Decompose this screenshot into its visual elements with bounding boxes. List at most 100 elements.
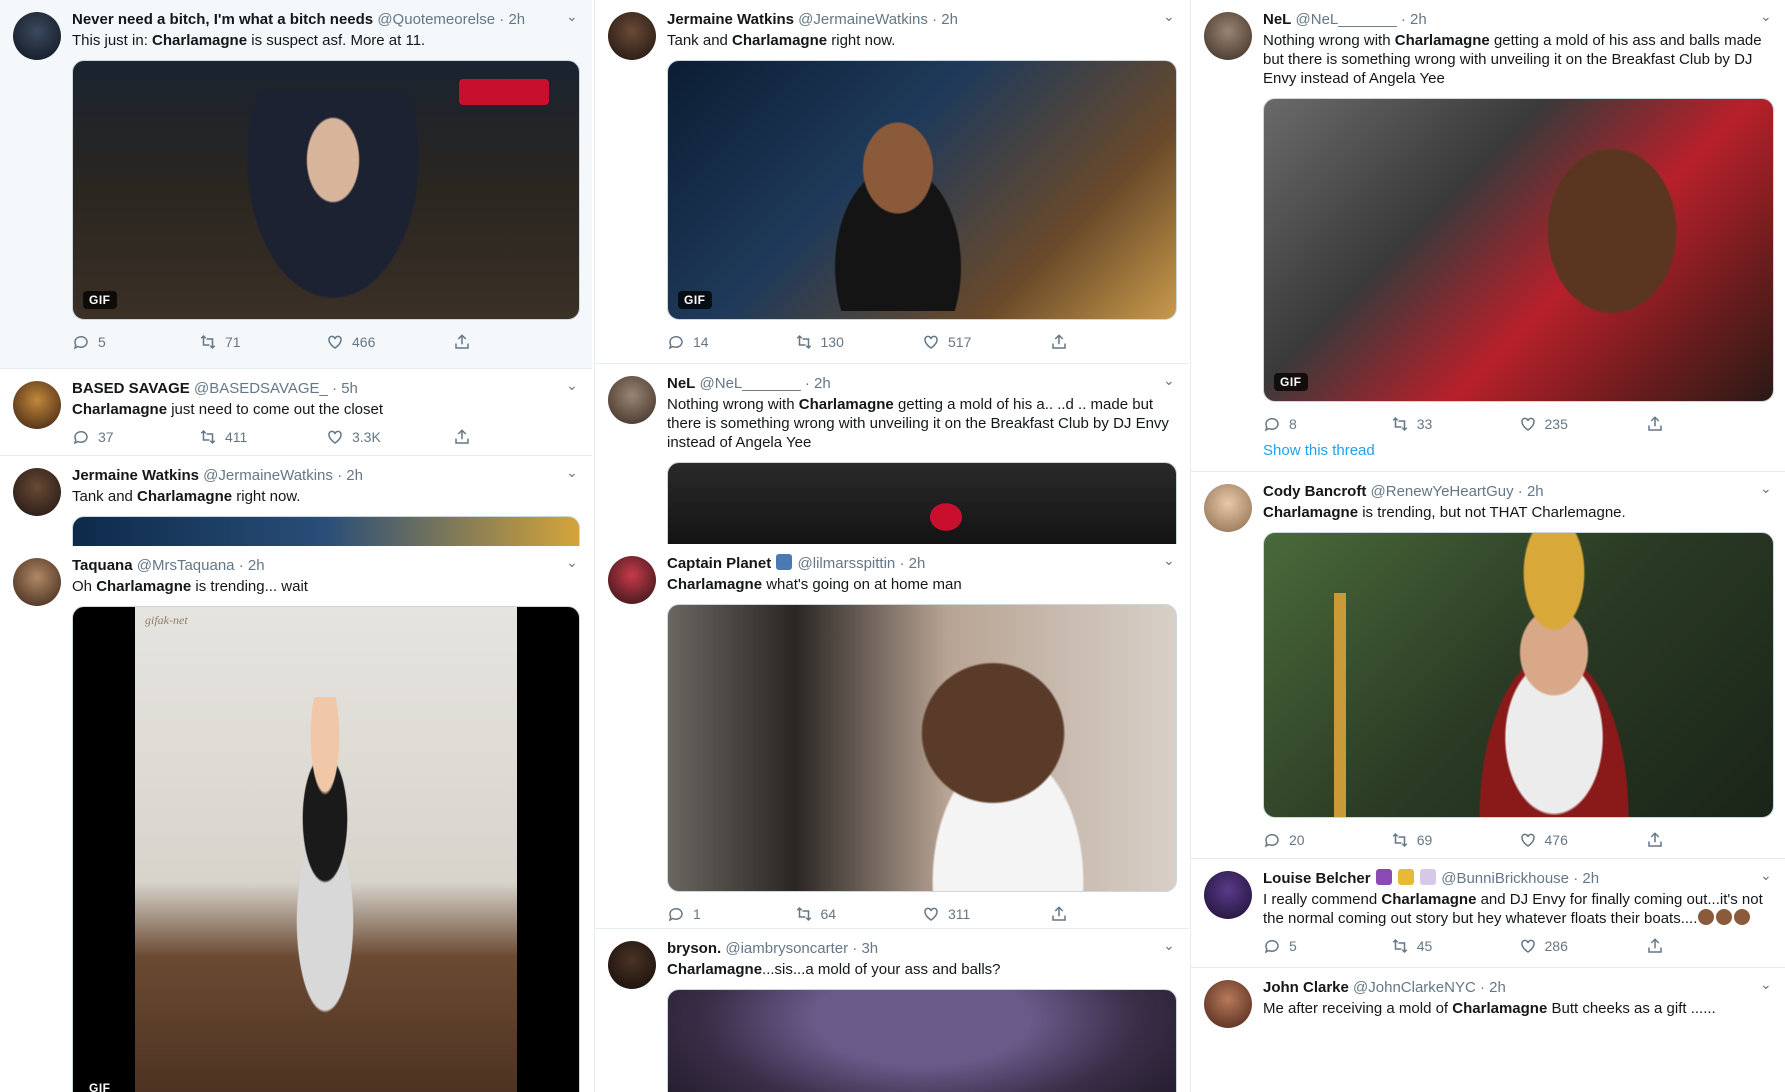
user-handle[interactable]: @JermaineWatkins — [203, 467, 333, 484]
avatar[interactable] — [1204, 484, 1252, 532]
retweet-button[interactable]: 33 — [1391, 414, 1519, 434]
timestamp[interactable]: · 2h — [1401, 11, 1427, 28]
tweet-johnclarke[interactable]: ⌄ John Clarke @JohnClarkeNYC · 2h Me aft… — [1191, 968, 1785, 1092]
media-preview[interactable] — [72, 516, 580, 546]
timestamp[interactable]: · 2h — [337, 467, 363, 484]
display-name[interactable]: Jermaine Watkins — [72, 467, 199, 484]
avatar[interactable] — [13, 12, 61, 60]
gif-media[interactable]: GIF — [72, 60, 580, 320]
retweet-button[interactable]: 71 — [199, 332, 326, 352]
video-media[interactable] — [667, 604, 1177, 892]
like-button[interactable]: 311 — [922, 904, 1050, 924]
retweet-button[interactable]: 411 — [199, 427, 326, 447]
gif-media[interactable]: gifak-net GIF — [72, 606, 580, 1092]
tweet-jermainewatkins-truncated[interactable]: ⌄ Jermaine Watkins @JermaineWatkins · 2h… — [0, 456, 592, 546]
media-preview[interactable] — [667, 989, 1177, 1092]
tweet-louisebelcher[interactable]: ⌄ Louise Belcher @BunniBrickhouse · 2h I… — [1191, 859, 1785, 968]
like-button[interactable]: 476 — [1519, 830, 1647, 850]
timestamp[interactable]: · 2h — [499, 11, 525, 28]
avatar[interactable] — [1204, 871, 1252, 919]
user-handle[interactable]: @Quotemeorelse — [377, 11, 495, 28]
gif-badge: GIF — [678, 291, 712, 309]
gif-media[interactable]: GIF — [667, 60, 1177, 320]
user-handle[interactable]: @NeL_______ — [700, 375, 801, 392]
reply-button[interactable]: 5 — [1263, 936, 1391, 956]
trend-highlight: Charlamagne — [798, 396, 894, 413]
timestamp[interactable]: · 2h — [1518, 483, 1544, 500]
user-handle[interactable]: @BunniBrickhouse — [1441, 870, 1569, 887]
user-handle[interactable]: @NeL_______ — [1296, 11, 1397, 28]
timestamp[interactable]: · 2h — [805, 375, 831, 392]
reply-button[interactable]: 8 — [1263, 414, 1391, 434]
like-button[interactable]: 235 — [1519, 414, 1647, 434]
user-handle[interactable]: @BASEDSAVAGE_ — [194, 380, 328, 397]
media-preview[interactable] — [667, 462, 1177, 544]
tweet-codybancroft[interactable]: ⌄ Cody Bancroft @RenewYeHeartGuy · 2h Ch… — [1191, 472, 1785, 859]
reply-button[interactable]: 20 — [1263, 830, 1391, 850]
reply-button[interactable]: 37 — [72, 427, 199, 447]
share-button[interactable] — [1646, 936, 1774, 956]
reply-button[interactable]: 5 — [72, 332, 199, 352]
timestamp[interactable]: · 2h — [239, 557, 265, 574]
display-name[interactable]: bryson. — [667, 940, 721, 957]
user-handle[interactable]: @JermaineWatkins — [798, 11, 928, 28]
display-name[interactable]: NeL — [667, 375, 695, 392]
timestamp[interactable]: · 2h — [899, 555, 925, 572]
retweet-button[interactable]: 64 — [795, 904, 923, 924]
avatar[interactable] — [608, 556, 656, 604]
tweet-nel[interactable]: ⌄ NeL @NeL_______ · 2h Nothing wrong wit… — [1191, 0, 1785, 472]
reply-button[interactable]: 1 — [667, 904, 795, 924]
like-button[interactable]: 466 — [326, 332, 453, 352]
avatar[interactable] — [13, 558, 61, 606]
display-name[interactable]: Captain Planet — [667, 555, 771, 572]
retweet-button[interactable]: 69 — [1391, 830, 1519, 850]
tweet-jermainewatkins[interactable]: ⌄ Jermaine Watkins @JermaineWatkins · 2h… — [595, 0, 1189, 364]
retweet-button[interactable]: 130 — [795, 332, 923, 352]
share-button[interactable] — [1050, 332, 1178, 352]
tweet-nel-truncated[interactable]: ⌄ NeL @NeL_______ · 2h Nothing wrong wit… — [595, 364, 1189, 544]
avatar[interactable] — [1204, 980, 1252, 1028]
avatar[interactable] — [13, 468, 61, 516]
tweet-bryson[interactable]: ⌄ bryson. @iambrysoncarter · 3h Charlama… — [595, 929, 1189, 1092]
display-name[interactable]: NeL — [1263, 11, 1291, 28]
avatar[interactable] — [608, 12, 656, 60]
display-name[interactable]: Never need a bitch, I'm what a bitch nee… — [72, 11, 373, 28]
avatar[interactable] — [608, 941, 656, 989]
tweet-taquana[interactable]: ⌄ Taquana @MrsTaquana · 2h Oh Charlamagn… — [0, 546, 592, 1092]
reply-button[interactable]: 14 — [667, 332, 795, 352]
timestamp[interactable]: · 5h — [332, 380, 358, 397]
avatar[interactable] — [608, 376, 656, 424]
like-button[interactable]: 3.3K — [326, 427, 453, 447]
display-name[interactable]: Jermaine Watkins — [667, 11, 794, 28]
display-name[interactable]: BASED SAVAGE — [72, 380, 190, 397]
share-button[interactable] — [1646, 414, 1774, 434]
painting-image[interactable] — [1263, 532, 1774, 818]
display-name[interactable]: John Clarke — [1263, 979, 1349, 996]
share-button[interactable] — [453, 332, 580, 352]
tweet-quotemeorelse[interactable]: ⌄ Never need a bitch, I'm what a bitch n… — [0, 0, 592, 369]
gif-media[interactable]: GIF — [1263, 98, 1774, 402]
tweet-basedsavage[interactable]: ⌄ BASED SAVAGE @BASEDSAVAGE_ · 5h Charla… — [0, 369, 592, 456]
retweet-button[interactable]: 45 — [1391, 936, 1519, 956]
display-name[interactable]: Cody Bancroft — [1263, 483, 1366, 500]
display-name[interactable]: Taquana — [72, 557, 133, 574]
user-handle[interactable]: @MrsTaquana — [137, 557, 235, 574]
share-button[interactable] — [453, 427, 580, 447]
user-handle[interactable]: @JohnClarkeNYC — [1353, 979, 1476, 996]
show-thread-link[interactable]: Show this thread — [1263, 442, 1774, 459]
share-button[interactable] — [1646, 830, 1774, 850]
timestamp[interactable]: · 2h — [1573, 870, 1599, 887]
timestamp[interactable]: · 2h — [932, 11, 958, 28]
share-button[interactable] — [1050, 904, 1178, 924]
avatar[interactable] — [1204, 12, 1252, 60]
avatar[interactable] — [13, 381, 61, 429]
user-handle[interactable]: @iambrysoncarter — [725, 940, 848, 957]
user-handle[interactable]: @RenewYeHeartGuy — [1371, 483, 1514, 500]
like-button[interactable]: 286 — [1519, 936, 1647, 956]
display-name[interactable]: Louise Belcher — [1263, 870, 1371, 887]
timestamp[interactable]: · 3h — [852, 940, 878, 957]
tweet-captainplanet[interactable]: ⌄ Captain Planet @lilmarsspittin · 2h Ch… — [595, 544, 1189, 929]
user-handle[interactable]: @lilmarsspittin — [798, 555, 896, 572]
timestamp[interactable]: · 2h — [1480, 979, 1506, 996]
like-button[interactable]: 517 — [922, 332, 1050, 352]
